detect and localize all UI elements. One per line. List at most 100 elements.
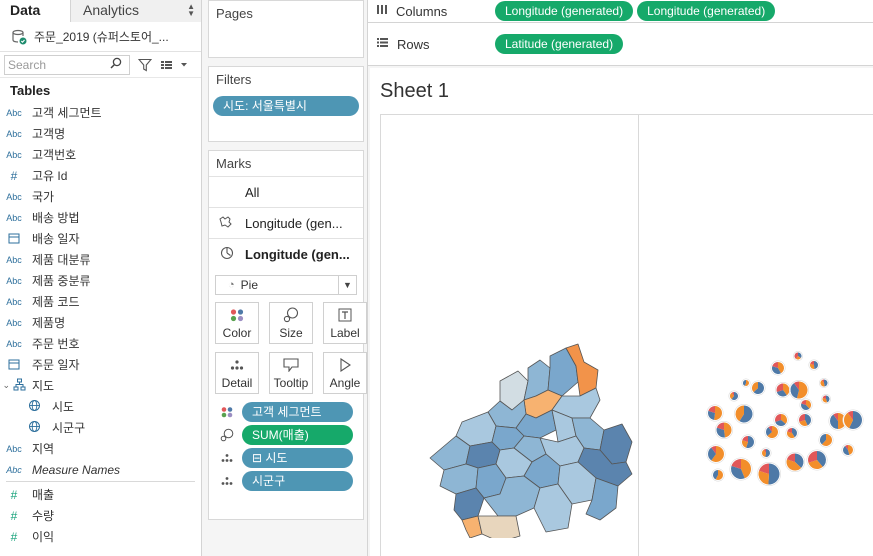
pie-marker[interactable]: [806, 449, 828, 471]
mark-pill-sigungu[interactable]: 시군구: [242, 470, 353, 491]
field-item[interactable]: ⌄ 지도: [0, 375, 201, 396]
search-input[interactable]: [8, 57, 110, 72]
pie-marker[interactable]: [793, 351, 804, 361]
pie-marker[interactable]: [819, 377, 830, 388]
field-item[interactable]: Abc 지역: [0, 438, 201, 459]
tooltip-shelf-button[interactable]: Tooltip: [269, 352, 313, 394]
columns-pill-longitude-1[interactable]: Longitude (generated): [495, 1, 634, 21]
pie-marker[interactable]: [764, 424, 780, 440]
chevron-down-icon[interactable]: ▼: [338, 276, 356, 294]
color-shelf-button[interactable]: Color: [215, 302, 259, 344]
pie-marker[interactable]: [808, 359, 820, 371]
pie-marker[interactable]: [797, 412, 813, 428]
field-item[interactable]: Abc 제품 코드: [0, 291, 201, 312]
pie-marker[interactable]: [741, 378, 751, 388]
datasource-item[interactable]: 주문_2019 (슈퍼스토어_...: [0, 22, 201, 52]
pie-marker[interactable]: [728, 390, 740, 402]
filter-pill-sido[interactable]: 시도: 서울특별시: [213, 96, 359, 116]
search-icon[interactable]: [110, 57, 122, 72]
pie-marker[interactable]: [770, 360, 786, 376]
pages-card[interactable]: Pages: [208, 0, 364, 58]
filter-icon[interactable]: [136, 56, 154, 74]
mark-pill-sales[interactable]: SUM(매출): [242, 424, 353, 445]
sort-arrows-icon[interactable]: ▲ ▼: [187, 3, 195, 18]
field-item[interactable]: 주문 일자: [0, 354, 201, 375]
tab-data[interactable]: Data: [0, 0, 70, 22]
columns-pill-longitude-2[interactable]: Longitude (generated): [637, 1, 776, 21]
field-item[interactable]: # 매출: [0, 484, 201, 505]
view-toggle-icon[interactable]: [160, 56, 190, 74]
pie-marker[interactable]: [785, 426, 799, 440]
field-item[interactable]: Abc 제품 대분류: [0, 249, 201, 270]
tab-analytics[interactable]: Analytics ▲ ▼: [70, 0, 201, 22]
field-item[interactable]: Abc Measure Names: [0, 459, 201, 480]
pie-marker-layer: [706, 351, 864, 487]
tree-toggle-icon[interactable]: ⌄: [0, 380, 10, 391]
pie-marker[interactable]: [789, 379, 810, 400]
pie-marker[interactable]: [733, 403, 754, 424]
field-item[interactable]: 배송 일자: [0, 228, 201, 249]
field-label: 고객명: [32, 127, 66, 141]
marks-layer-map-label: Longitude (gen...: [245, 215, 343, 231]
pie-marker[interactable]: [775, 381, 792, 398]
field-item[interactable]: 시군구: [0, 417, 201, 438]
pie-marker[interactable]: [760, 447, 772, 459]
field-item[interactable]: # 수량: [0, 505, 201, 526]
label-shelf-button[interactable]: Label: [323, 302, 367, 344]
pie-marker[interactable]: [818, 432, 834, 448]
field-item[interactable]: # 이익: [0, 526, 201, 547]
pie-marker[interactable]: [785, 452, 806, 473]
angle-shelf-button[interactable]: Angle: [323, 352, 367, 394]
mark-pill-row-color: 고객 세그먼트: [209, 400, 363, 423]
field-item[interactable]: Abc 고객 세그먼트: [0, 102, 201, 123]
string-type-icon: Abc: [6, 317, 22, 328]
map-region[interactable]: [477, 515, 521, 538]
pie-marker[interactable]: [841, 443, 855, 457]
pie-marker[interactable]: [842, 409, 864, 431]
sheet-title[interactable]: Sheet 1: [380, 80, 449, 103]
pie-marker[interactable]: [706, 404, 724, 422]
pie-marker[interactable]: [706, 444, 726, 464]
pie-marker[interactable]: [821, 393, 832, 404]
pie-marker[interactable]: [740, 434, 756, 450]
marks-card: Marks All Longitude (gen... Longitude (g…: [208, 150, 367, 520]
pie-marker[interactable]: [729, 457, 753, 481]
pie-marker[interactable]: [799, 398, 813, 412]
field-item[interactable]: Abc 고객번호: [0, 144, 201, 165]
datasource-icon: [11, 29, 27, 45]
measure-type-icon: #: [10, 487, 18, 502]
field-item[interactable]: 시도: [0, 396, 201, 417]
field-label: 수량: [32, 509, 55, 523]
pie-marker[interactable]: [750, 380, 766, 396]
pie-marker[interactable]: [773, 412, 789, 428]
hierarchy-icon: [10, 378, 28, 393]
field-item[interactable]: Abc 제품 중분류: [0, 270, 201, 291]
pie-marker[interactable]: [714, 421, 733, 440]
mark-pills: 고객 세그먼트 SUM(매출) ⊟ 시도 시군구: [209, 400, 363, 492]
mark-pill-segment[interactable]: 고객 세그먼트: [242, 401, 353, 422]
columns-icon: [376, 4, 388, 18]
calendar-icon: [0, 358, 28, 372]
field-item[interactable]: Abc 배송 방법: [0, 207, 201, 228]
field-item[interactable]: Abc 주문 번호: [0, 333, 201, 354]
columns-shelf[interactable]: Columns Longitude (generated) Longitude …: [368, 0, 873, 23]
seoul-filled-map[interactable]: [400, 338, 660, 538]
field-item[interactable]: # 고유 Id: [0, 165, 201, 186]
marks-layer-pie[interactable]: Longitude (gen...: [209, 238, 363, 269]
field-item[interactable]: Abc 고객명: [0, 123, 201, 144]
mark-pill-sido[interactable]: ⊟ 시도: [242, 447, 353, 468]
field-item[interactable]: Abc 국가: [0, 186, 201, 207]
field-item[interactable]: Abc 제품명: [0, 312, 201, 333]
detail-shelf-button[interactable]: Detail: [215, 352, 259, 394]
pie-marker[interactable]: [757, 462, 782, 487]
field-label: 제품 대분류: [32, 253, 91, 267]
string-type-icon: Abc: [6, 443, 22, 454]
rows-shelf[interactable]: Rows Latitude (generated): [368, 23, 873, 66]
rows-pill-latitude[interactable]: Latitude (generated): [495, 34, 624, 54]
mark-type-dropdown[interactable]: ◔ Pie ▼: [215, 275, 357, 295]
filters-card[interactable]: Filters 시도: 서울특별시: [208, 66, 364, 142]
marks-layer-map[interactable]: Longitude (gen...: [209, 207, 363, 238]
size-shelf-button[interactable]: Size: [269, 302, 313, 344]
pie-marker[interactable]: [711, 468, 725, 482]
marks-all-row[interactable]: All: [209, 176, 363, 207]
